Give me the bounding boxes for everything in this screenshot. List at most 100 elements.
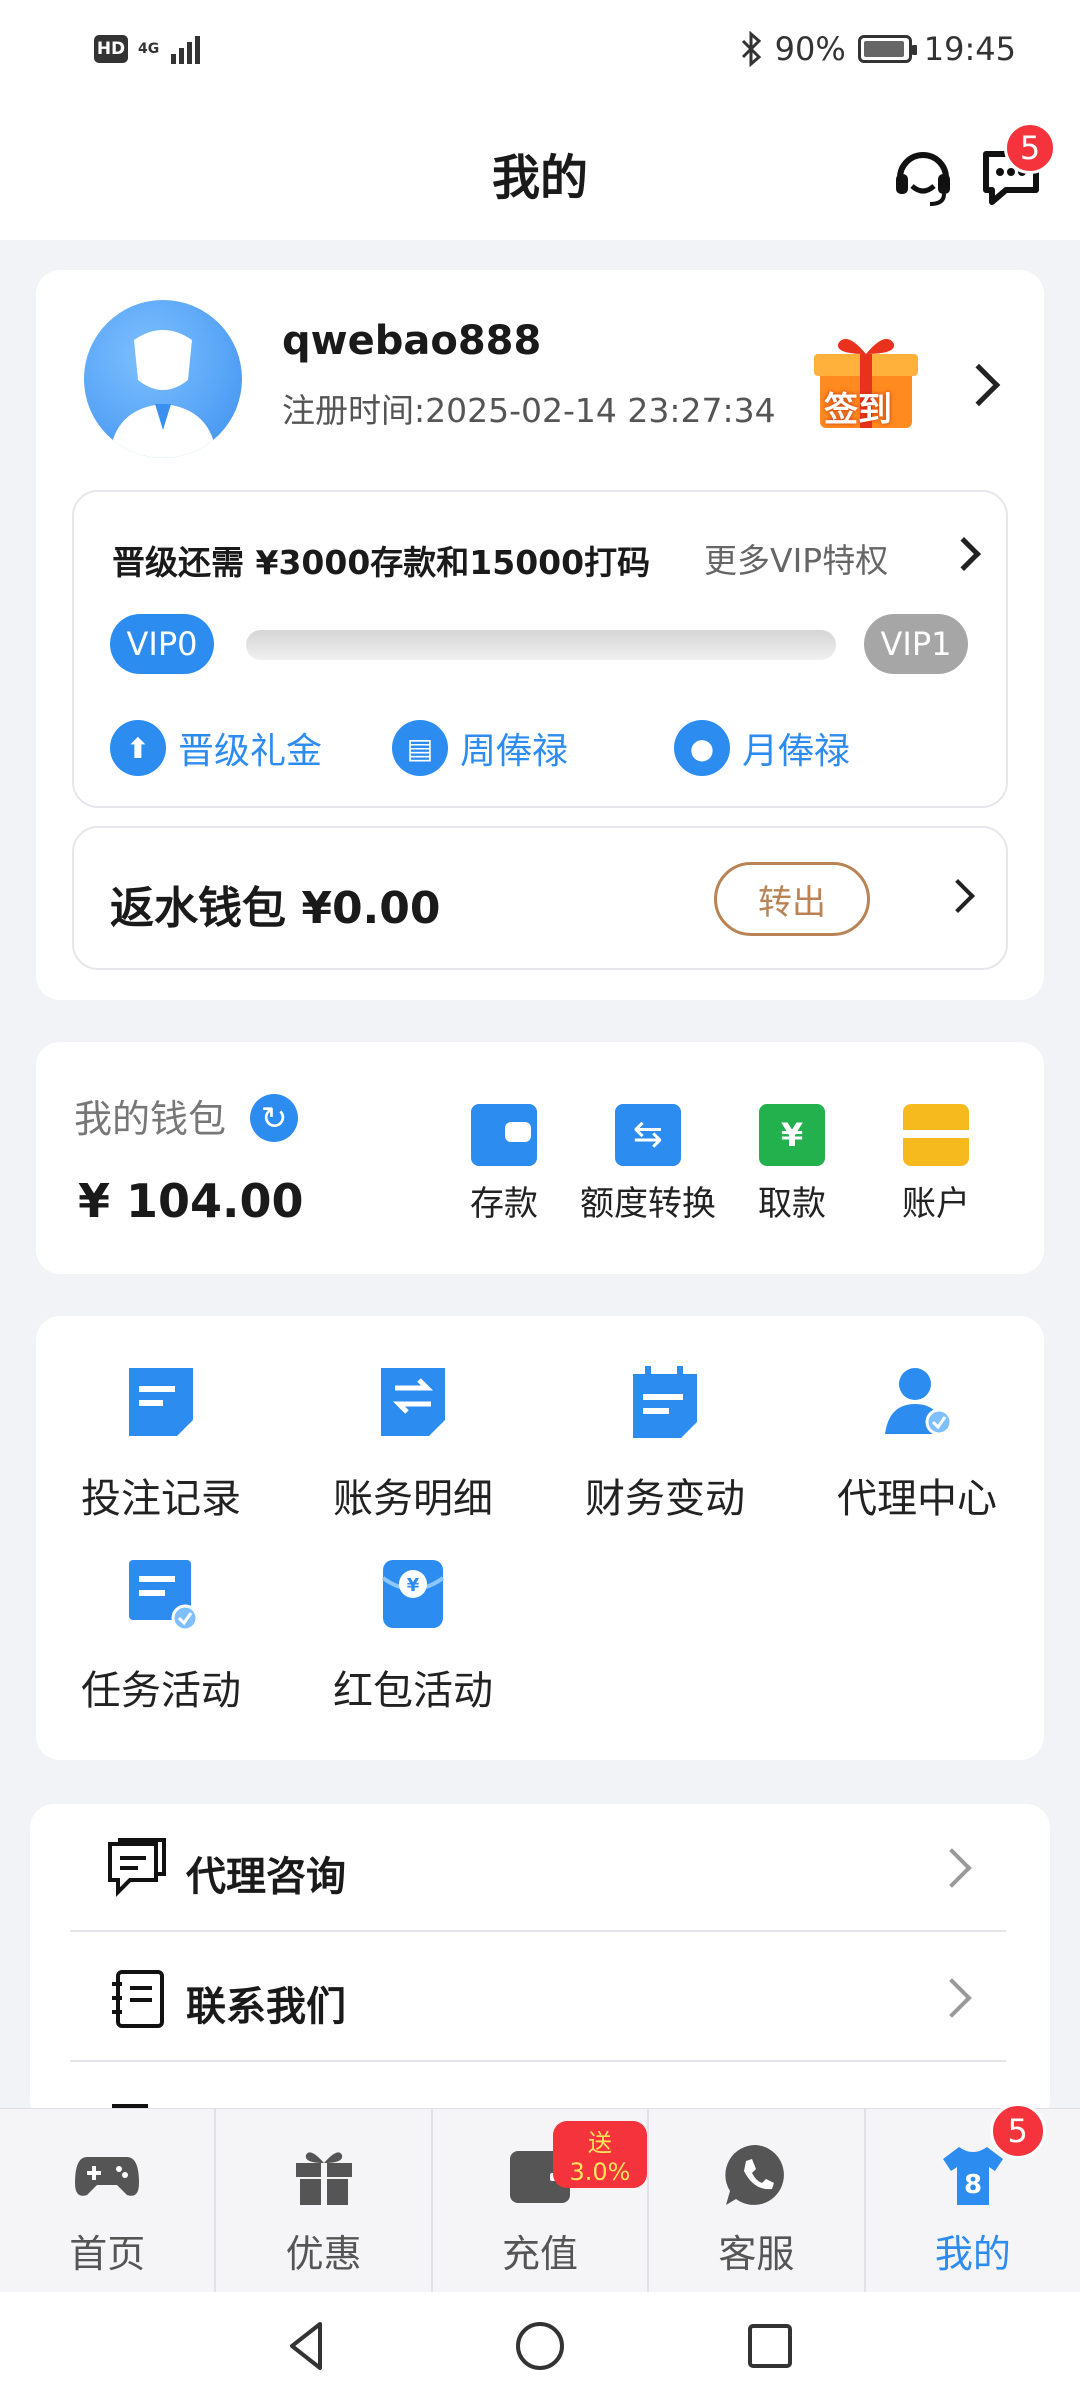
menu-task-activities[interactable]: 任务活动 <box>36 1556 286 1716</box>
calendar-note-icon <box>633 1366 697 1438</box>
tab-mine[interactable]: 8 5 我的 <box>866 2103 1080 2292</box>
chevron-right-icon <box>932 1848 972 1888</box>
signin-button[interactable]: 签到 <box>806 330 926 440</box>
agent-user-icon <box>885 1368 953 1436</box>
hd-badge: HD <box>94 35 128 63</box>
clipboard-icon: ▤ <box>392 720 448 776</box>
menu-label: 代理中心 <box>837 1476 997 1522</box>
red-packet-icon: ¥ <box>381 1560 445 1628</box>
profile-chevron-icon[interactable] <box>957 363 1001 407</box>
menu-red-packet-activities[interactable]: ¥ 红包活动 <box>288 1556 538 1716</box>
menu-label: 财务变动 <box>585 1476 745 1522</box>
registration-time: 注册时间:2025-02-14 23:27:34 <box>282 391 776 430</box>
home-icon[interactable] <box>512 2318 568 2374</box>
withdraw-icon: ¥ <box>759 1104 825 1166</box>
avatar[interactable] <box>84 300 242 458</box>
system-nav-bar <box>0 2292 1080 2400</box>
menu-label: 任务活动 <box>81 1668 241 1714</box>
menu-bet-records[interactable]: 投注记录 <box>36 1364 286 1524</box>
settings-list-card: 代理咨询 联系我们 清除缓存 <box>30 1804 1050 2124</box>
task-check-icon <box>129 1560 199 1632</box>
wallet-icon <box>471 1104 537 1166</box>
transfer-button[interactable]: ⇆ 额度转换 <box>578 1104 718 1225</box>
document-icon <box>129 1368 193 1436</box>
recents-icon[interactable] <box>742 2318 798 2374</box>
chevron-right-icon <box>932 1978 972 2018</box>
perk-label: 晋级礼金 <box>178 731 323 772</box>
tab-recharge[interactable]: 送3.0% 充值 <box>433 2109 650 2292</box>
card-icon <box>903 1104 969 1166</box>
list-label: 联系我们 <box>186 1984 346 2030</box>
tab-customer-service[interactable]: 客服 <box>649 2109 866 2292</box>
gamepad-icon <box>75 2157 140 2196</box>
perk-monthly-salary[interactable]: ● 月俸禄 <box>674 720 850 776</box>
wallet-balance: ¥ 104.00 <box>78 1174 304 1228</box>
transfer-label: 额度转换 <box>580 1184 716 1224</box>
contact-book-icon <box>112 1970 164 2028</box>
battery-icon <box>857 35 917 63</box>
wallet-title: 我的钱包 <box>74 1097 227 1141</box>
vip-more-chevron-icon[interactable] <box>947 537 981 571</box>
signal-icon <box>171 36 201 64</box>
account-button[interactable]: 账户 <box>866 1104 1006 1225</box>
rebate-label: 返水钱包 ¥0.00 <box>110 883 441 934</box>
list-label: 代理咨询 <box>186 1854 346 1900</box>
vip-current-level: VIP0 <box>110 614 214 674</box>
deposit-button[interactable]: 存款 <box>434 1104 574 1225</box>
menu-financial-changes[interactable]: 财务变动 <box>540 1364 790 1524</box>
list-item-contact-us[interactable]: 联系我们 <box>70 1934 1006 2062</box>
list-item-agent-consult[interactable]: 代理咨询 <box>70 1804 1006 1932</box>
vip-panel: 晋级还需 ¥3000存款和15000打码 更多VIP特权 VIP0 VIP1 ⬆… <box>72 490 1008 808</box>
status-right: 90% 19:45 <box>739 30 1016 68</box>
bottom-tab-bar: 首页 优惠 送3.0% 充值 客服 8 5 我的 <box>0 2103 1080 2292</box>
page-header: 我的 5 <box>0 110 1080 240</box>
refresh-icon[interactable]: ↻ <box>250 1094 298 1142</box>
perk-label: 月俸禄 <box>742 731 851 772</box>
svg-text:8: 8 <box>964 2170 982 2200</box>
vip-upgrade-text: 晋级还需 ¥3000存款和15000打码 <box>112 543 651 582</box>
tab-mine-badge: 5 <box>989 2103 1046 2159</box>
clock: 19:45 <box>923 30 1016 68</box>
wallet-card: 我的钱包 ↻ ¥ 104.00 存款 ⇆ 额度转换 ¥ 取款 账户 <box>36 1042 1044 1274</box>
shirt-icon: 8 <box>942 2147 1003 2205</box>
recharge-promo-badge: 送3.0% <box>552 2121 648 2188</box>
gift-icon <box>295 2152 352 2205</box>
tab-home[interactable]: 首页 <box>0 2109 217 2292</box>
transfer-out-button[interactable]: 转出 <box>714 862 870 936</box>
message-badge: 5 <box>1004 122 1056 174</box>
rebate-chevron-icon[interactable] <box>941 879 975 913</box>
svg-text:¥: ¥ <box>407 1575 420 1596</box>
perk-weekly-salary[interactable]: ▤ 周俸禄 <box>392 720 568 776</box>
tab-label: 首页 <box>69 2232 146 2276</box>
withdraw-label: 取款 <box>758 1184 826 1224</box>
signin-label: 签到 <box>824 390 892 430</box>
withdraw-button[interactable]: ¥ 取款 <box>722 1104 862 1225</box>
menu-label: 投注记录 <box>81 1476 241 1522</box>
battery-percent: 90% <box>774 30 846 68</box>
exchange-document-icon <box>381 1368 445 1436</box>
username: qwebao888 <box>282 318 542 364</box>
menu-agent-center[interactable]: 代理中心 <box>792 1364 1042 1524</box>
menu-label: 账务明细 <box>333 1476 493 1522</box>
tab-label: 客服 <box>718 2232 795 2276</box>
perk-upgrade-bonus[interactable]: ⬆ 晋级礼金 <box>110 720 322 776</box>
back-icon[interactable] <box>280 2318 336 2374</box>
chat-document-icon <box>108 1838 166 1897</box>
tab-label: 我的 <box>934 2232 1011 2276</box>
deposit-label: 存款 <box>470 1184 538 1224</box>
perk-label: 周俸禄 <box>460 731 569 772</box>
user-avatar-icon <box>109 330 217 458</box>
status-bar: HD 4G 90% 19:45 <box>0 0 1080 110</box>
money-bag-icon: ● <box>674 720 730 776</box>
phone-chat-icon <box>725 2144 785 2205</box>
menu-account-details[interactable]: 账务明细 <box>288 1364 538 1524</box>
vip-next-level: VIP1 <box>864 614 968 674</box>
vip-progress-bar <box>246 630 836 660</box>
menu-label: 红包活动 <box>333 1668 493 1714</box>
headset-icon[interactable] <box>888 140 958 210</box>
tab-promotions[interactable]: 优惠 <box>216 2109 433 2292</box>
network-label: 4G <box>138 41 160 57</box>
bluetooth-icon <box>741 31 761 67</box>
status-left: HD 4G <box>94 34 205 64</box>
vip-more-link[interactable]: 更多VIP特权 <box>704 534 888 582</box>
